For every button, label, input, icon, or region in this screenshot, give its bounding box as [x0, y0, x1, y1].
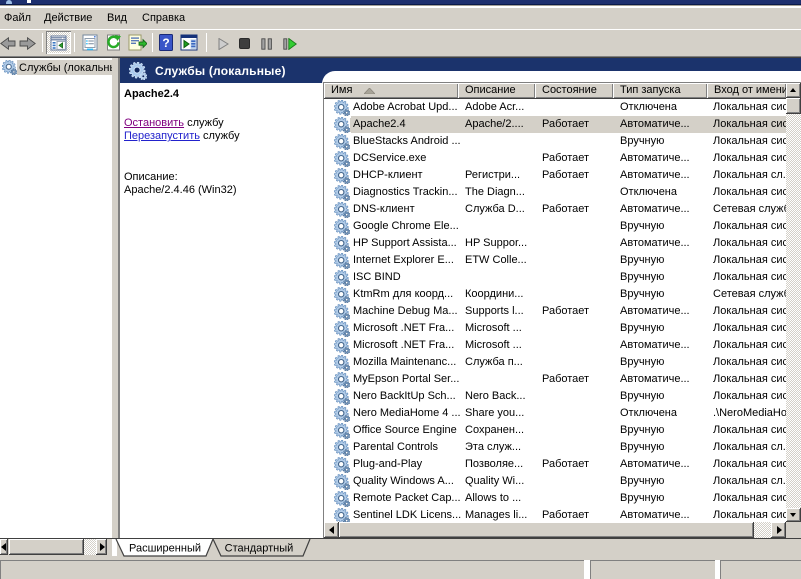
- svg-text:Расширенный: Расширенный: [129, 543, 201, 555]
- svg-text:?: ?: [162, 36, 169, 50]
- svg-text:Стандартный: Стандартный: [225, 543, 294, 555]
